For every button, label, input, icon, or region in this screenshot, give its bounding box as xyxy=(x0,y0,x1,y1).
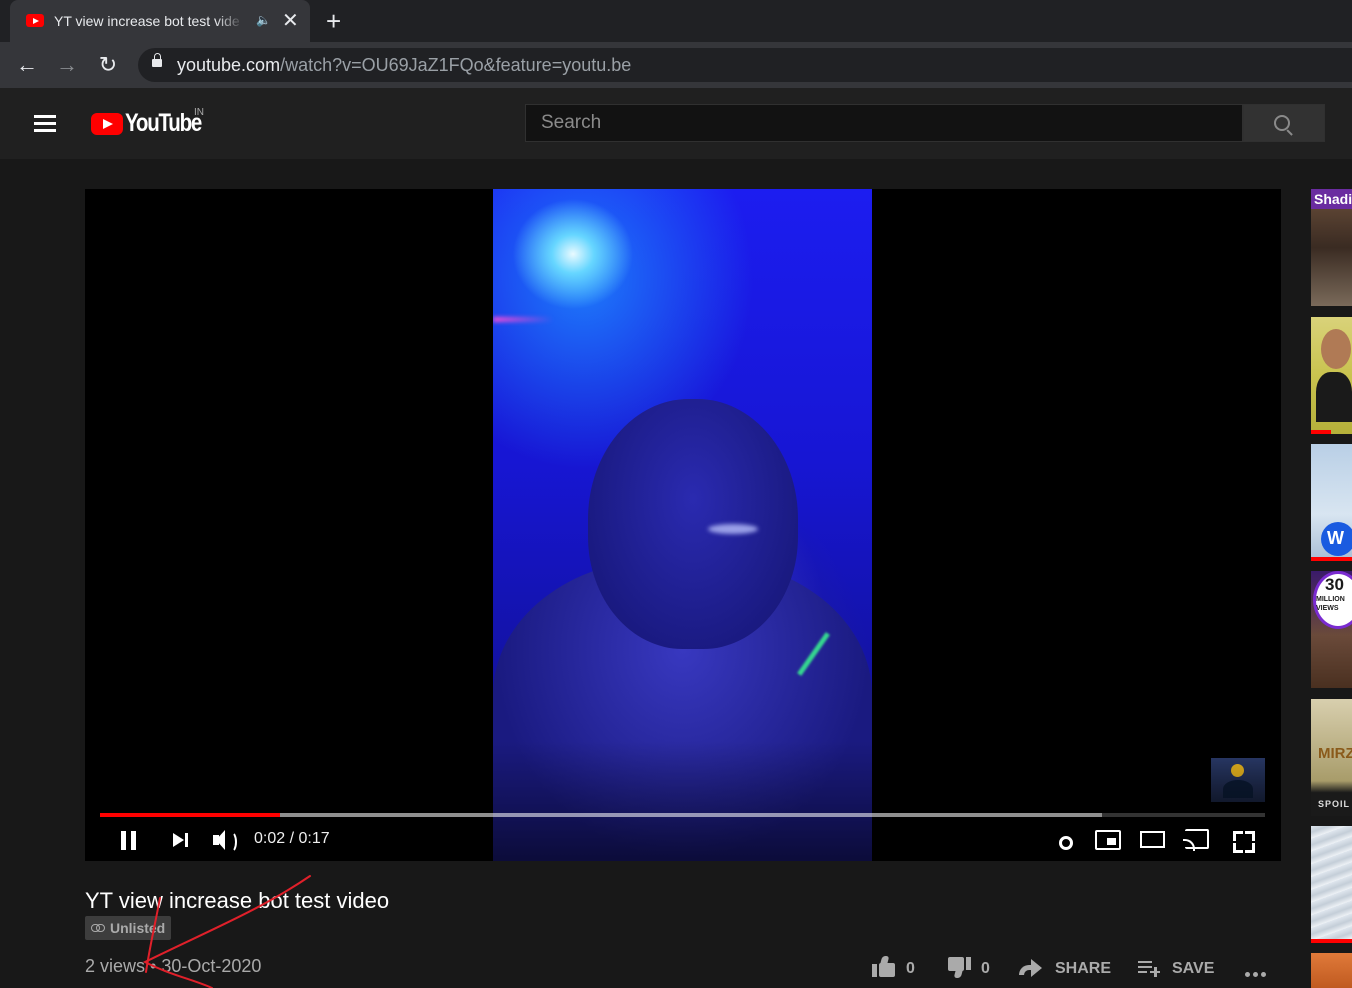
youtube-masthead: YouTube IN xyxy=(0,88,1352,159)
recommended-thumbnail[interactable] xyxy=(1311,826,1352,943)
search-box xyxy=(525,104,1243,142)
thumbs-up-icon xyxy=(872,955,896,978)
visibility-label: Unlisted xyxy=(110,920,166,936)
playlist-add-icon xyxy=(1138,958,1162,977)
time-display: 0:02 / 0:17 xyxy=(254,830,330,847)
arrow-left-icon[interactable]: ← xyxy=(12,50,42,80)
hamburger-menu-icon[interactable] xyxy=(34,115,56,133)
recommended-thumbnail[interactable] xyxy=(1311,953,1352,988)
thumbnail-overlay-sub: MILLION VIEWS xyxy=(1316,596,1345,612)
close-icon[interactable]: ✕ xyxy=(282,8,299,33)
dislike-count: 0 xyxy=(981,960,990,977)
more-horizontal-icon xyxy=(1243,972,1269,978)
thumbnail-face xyxy=(1321,329,1351,369)
progress-bar[interactable] xyxy=(100,813,1265,817)
speaker-icon[interactable]: 🔈 xyxy=(256,13,271,27)
thumbnail-body xyxy=(1316,372,1352,422)
lock-icon[interactable] xyxy=(152,53,162,67)
theater-mode-icon[interactable] xyxy=(1140,819,1168,861)
browser-toolbar: ← → ↻ youtube.com/watch?v=OU69JaZ1FQo&fe… xyxy=(0,42,1352,88)
fullscreen-icon[interactable] xyxy=(1231,819,1255,861)
video-person-head xyxy=(588,399,798,649)
video-title: YT view increase bot test video xyxy=(85,888,390,913)
more-actions-button[interactable] xyxy=(1243,956,1269,982)
unlisted-badge: Unlisted xyxy=(85,916,172,940)
watched-progress xyxy=(1311,430,1331,434)
video-player[interactable]: 0:02 / 0:17 xyxy=(85,189,1281,861)
youtube-favicon-icon xyxy=(26,14,44,27)
share-arrow-icon xyxy=(1019,957,1043,977)
video-actions: 0 0 SHARE SAVE xyxy=(0,955,1352,982)
url-host: youtube.com xyxy=(177,55,281,75)
arrow-right-icon[interactable]: → xyxy=(52,50,82,80)
like-button[interactable]: 0 xyxy=(872,955,915,982)
watched-progress xyxy=(1311,939,1352,943)
youtube-play-logo-icon xyxy=(91,113,123,135)
recommended-thumbnail[interactable]: W xyxy=(1311,444,1352,561)
thumbnail-overlay-text: 30 xyxy=(1325,575,1344,594)
share-label: SHARE xyxy=(1055,960,1112,977)
video-person-mouth xyxy=(708,524,758,534)
video-light-streak xyxy=(493,317,553,322)
search-icon xyxy=(1274,115,1290,131)
browser-tab-active[interactable]: YT view increase bot test vide 🔈 ✕ xyxy=(10,0,310,42)
save-button[interactable]: SAVE xyxy=(1138,956,1214,982)
player-controls: 0:02 / 0:17 xyxy=(85,819,1281,861)
save-label: SAVE xyxy=(1172,960,1215,977)
tab-title: YT view increase bot test vide xyxy=(54,13,240,29)
next-video-icon[interactable] xyxy=(171,819,193,861)
watched-progress xyxy=(1311,557,1352,561)
recommended-thumbnail[interactable]: 30 MILLION VIEWS xyxy=(1311,571,1352,688)
recommended-thumbnail[interactable] xyxy=(1311,317,1352,434)
address-bar[interactable]: youtube.com/watch?v=OU69JaZ1FQo&feature=… xyxy=(138,48,1352,82)
thumbnail-overlay-text: MIRZ xyxy=(1318,745,1352,762)
search-input[interactable] xyxy=(526,105,1242,141)
thumbnail-overlay-text: Shadi xyxy=(1314,191,1352,207)
url-text[interactable]: youtube.com/watch?v=OU69JaZ1FQo&feature=… xyxy=(177,55,631,76)
country-code: IN xyxy=(194,107,204,118)
settings-gear-icon[interactable] xyxy=(1051,819,1075,861)
miniplayer-icon[interactable] xyxy=(1094,819,1122,861)
new-tab-button[interactable]: + xyxy=(326,6,341,37)
dislike-button[interactable]: 0 xyxy=(947,956,990,982)
like-count: 0 xyxy=(906,960,915,977)
browser-tab-strip: YT view increase bot test vide 🔈 ✕ + xyxy=(0,0,1352,42)
recommended-thumbnail[interactable]: Shadi xyxy=(1311,189,1352,306)
link-icon xyxy=(91,924,105,933)
progress-played xyxy=(100,813,281,817)
youtube-wordmark: YouTube xyxy=(125,109,202,137)
w-logo-icon: W xyxy=(1327,528,1344,548)
pause-icon[interactable] xyxy=(119,819,143,861)
cast-icon[interactable] xyxy=(1183,819,1213,861)
reload-icon[interactable]: ↻ xyxy=(93,50,123,80)
thumbs-down-icon xyxy=(947,956,971,978)
thumbnail-overlay-sub: SPOIL xyxy=(1318,799,1351,809)
url-path: /watch?v=OU69JaZ1FQo&feature=youtu.be xyxy=(280,55,632,75)
share-button[interactable]: SHARE xyxy=(1019,956,1111,982)
recommended-thumbnail[interactable]: MIRZ SPOIL xyxy=(1311,699,1352,816)
search-button[interactable] xyxy=(1243,104,1325,142)
volume-icon[interactable] xyxy=(211,819,239,861)
